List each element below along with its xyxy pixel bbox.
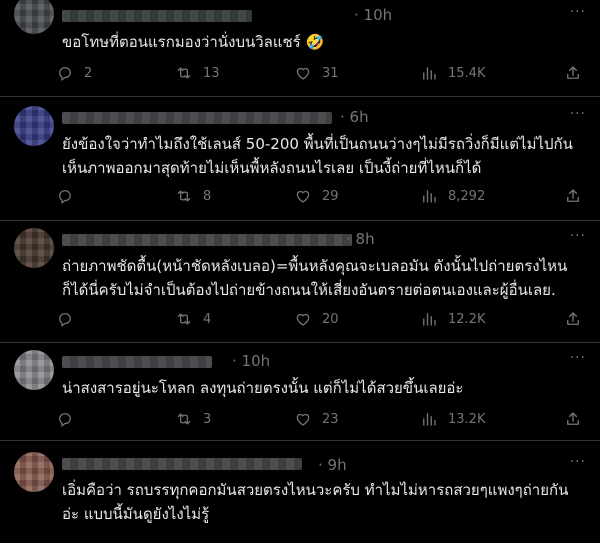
views-count: 12.2K (448, 311, 486, 327)
tweet-actions: 2 13 31 15.4K (56, 61, 586, 85)
timestamp[interactable]: · 6h (340, 108, 369, 126)
heart-icon (296, 190, 310, 203)
views-count: 8,292 (448, 188, 486, 204)
share-button[interactable] (564, 307, 592, 331)
retweet-icon (177, 67, 191, 79)
heart-icon (296, 67, 310, 80)
share-button[interactable] (564, 61, 592, 85)
views-icon (423, 313, 436, 326)
tweet-text: เอิ่มคือว่า รถบรรทุกคอกมันสวยตรงไหนวะครั… (62, 481, 569, 523)
timestamp[interactable]: · 10h (232, 352, 270, 370)
retweet-button[interactable]: 4 (175, 307, 211, 331)
tweet[interactable]: · 10h ··· ขอโทษที่ตอนแรกมองว่านั่งบนวิลแ… (0, 0, 600, 97)
retweet-icon (177, 313, 191, 325)
tweet-text: ขอโทษที่ตอนแรกมองว่านั่งบนวิลแชร์ 🤣 (62, 33, 325, 51)
share-button[interactable] (564, 184, 592, 208)
heart-icon (296, 313, 310, 326)
avatar[interactable] (14, 452, 54, 492)
like-button[interactable]: 20 (294, 307, 339, 331)
share-icon (567, 312, 579, 325)
views-button[interactable]: 13.2K (420, 407, 485, 431)
more-icon[interactable]: ··· (570, 228, 586, 244)
tweet[interactable]: · 9h ··· เอิ่มคือว่า รถบรรทุกคอกมันสวยตร… (0, 440, 600, 543)
reply-icon (59, 313, 71, 328)
avatar[interactable] (14, 106, 54, 146)
timestamp[interactable]: · 10h (354, 6, 392, 24)
tweet-actions: 4 20 12.2K (56, 307, 586, 331)
likes-count: 23 (322, 411, 339, 427)
views-button[interactable]: 15.4K (420, 61, 485, 85)
timestamp[interactable]: · 9h (318, 456, 347, 474)
share-icon (567, 189, 579, 202)
retweet-icon (177, 413, 191, 425)
tweet[interactable]: · 8h ··· ถ่ายภาพชัดตื้น(หน้าชัดหลังเบลอ)… (0, 220, 600, 343)
tweet-actions: 3 23 13.2K (56, 407, 586, 431)
more-icon[interactable]: ··· (570, 454, 586, 470)
username-blurred[interactable] (62, 112, 332, 124)
reply-icon (59, 413, 71, 428)
username-blurred[interactable] (62, 458, 302, 470)
retweet-icon (177, 190, 191, 202)
views-icon (423, 67, 436, 80)
likes-count: 29 (322, 188, 339, 204)
retweets-count: 8 (203, 188, 212, 204)
like-button[interactable]: 31 (294, 61, 339, 85)
heart-icon (296, 413, 310, 426)
more-icon[interactable]: ··· (570, 4, 586, 20)
share-icon (567, 412, 579, 425)
retweets-count: 13 (203, 65, 220, 81)
retweet-button[interactable]: 13 (175, 61, 220, 85)
avatar[interactable] (14, 228, 54, 268)
retweet-button[interactable]: 8 (175, 184, 211, 208)
reply-icon (59, 67, 71, 82)
views-button[interactable]: 12.2K (420, 307, 485, 331)
tweet-actions: 8 29 8,292 (56, 184, 586, 208)
views-icon (423, 413, 436, 426)
avatar[interactable] (14, 0, 54, 34)
retweets-count: 3 (203, 411, 212, 427)
views-count: 13.2K (448, 411, 486, 427)
share-icon (567, 66, 579, 79)
retweets-count: 4 (203, 311, 212, 327)
like-button[interactable]: 23 (294, 407, 339, 431)
reply-button[interactable]: 2 (56, 61, 92, 85)
reply-button[interactable] (56, 307, 84, 331)
reply-button[interactable] (56, 184, 84, 208)
views-icon (423, 190, 436, 203)
tweet[interactable]: · 6h ··· ยังข้องใจว่าทำไมถึงใช้เลนส์ 50-… (0, 96, 600, 221)
more-icon[interactable]: ··· (570, 350, 586, 366)
likes-count: 20 (322, 311, 339, 327)
avatar[interactable] (14, 350, 54, 390)
tweet-text: ถ่ายภาพชัดตื้น(หน้าชัดหลังเบลอ)=พื้นหลัง… (62, 257, 568, 299)
reply-button[interactable] (56, 407, 84, 431)
username-blurred[interactable] (62, 356, 212, 368)
likes-count: 31 (322, 65, 339, 81)
reply-icon (59, 190, 71, 205)
retweet-button[interactable]: 3 (175, 407, 211, 431)
timestamp[interactable]: · 8h (346, 230, 375, 248)
username-blurred[interactable] (62, 234, 352, 246)
replies-count: 2 (84, 65, 93, 81)
tweet-text: ยังข้องใจว่าทำไมถึงใช้เลนส์ 50-200 พื้นท… (62, 135, 573, 177)
views-button[interactable]: 8,292 (420, 184, 485, 208)
username-blurred[interactable] (62, 10, 252, 22)
more-icon[interactable]: ··· (570, 106, 586, 122)
share-button[interactable] (564, 407, 592, 431)
tweet-text: น่าสงสารอยู่นะโหลก ลงทุนถ่ายตรงนั้น แต่ก… (62, 379, 464, 397)
views-count: 15.4K (448, 65, 486, 81)
tweet[interactable]: · 10h ··· น่าสงสารอยู่นะโหลก ลงทุนถ่ายตร… (0, 342, 600, 441)
like-button[interactable]: 29 (294, 184, 339, 208)
